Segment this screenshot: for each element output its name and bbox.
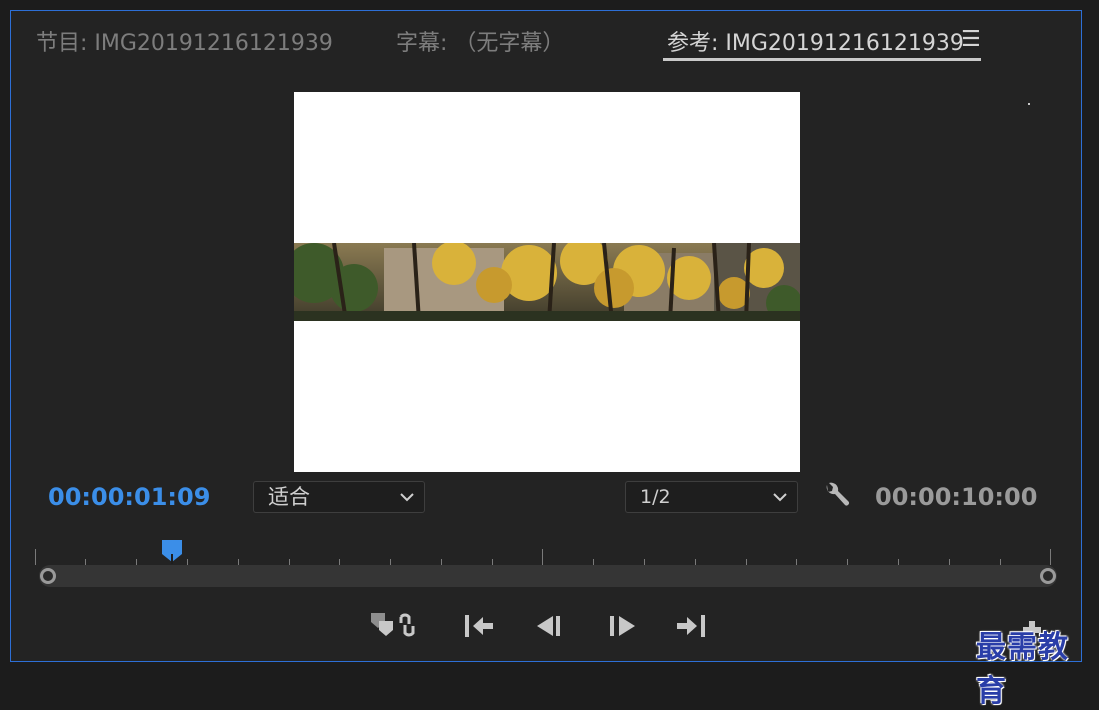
tab-reference[interactable]: 参考: IMG20191216121939: [667, 25, 964, 57]
watermark-text: 最需教育: [976, 630, 1069, 709]
hamburger-menu-icon[interactable]: ☰: [961, 27, 981, 52]
step-back-icon[interactable]: [533, 609, 567, 643]
video-frame-image: [294, 237, 800, 322]
tab-program[interactable]: 节目: IMG20191216121939: [36, 25, 333, 57]
tab-caption[interactable]: 字幕: （无字幕）: [396, 25, 564, 57]
go-to-in-icon[interactable]: [463, 609, 497, 643]
scroll-handle-left[interactable]: [40, 568, 56, 584]
playhead-marker[interactable]: [161, 538, 183, 564]
video-preview[interactable]: [294, 92, 800, 472]
active-tab-indicator: [663, 58, 981, 61]
chevron-down-icon: [773, 493, 787, 502]
reference-monitor-panel: 节目: IMG20191216121939 字幕: （无字幕） 参考: IMG2…: [10, 10, 1082, 662]
go-to-out-icon[interactable]: [673, 609, 707, 643]
scroll-handle-right[interactable]: [1040, 568, 1056, 584]
corner-dot: [1028, 103, 1030, 105]
zoom-level-select[interactable]: 适合: [253, 481, 425, 513]
chevron-down-icon: [400, 493, 414, 502]
zoom-scroll-bar[interactable]: [39, 565, 1057, 587]
time-ruler[interactable]: [35, 543, 1051, 565]
resolution-value: 1/2: [640, 486, 671, 508]
marker-link-icon[interactable]: [369, 609, 417, 643]
wrench-icon[interactable]: [821, 481, 851, 511]
step-forward-icon[interactable]: [605, 609, 639, 643]
zoom-level-value: 适合: [268, 485, 310, 509]
current-timecode[interactable]: 00:00:01:09: [48, 483, 210, 511]
duration-timecode: 00:00:10:00: [875, 483, 1038, 511]
playback-resolution-select[interactable]: 1/2: [625, 481, 798, 513]
